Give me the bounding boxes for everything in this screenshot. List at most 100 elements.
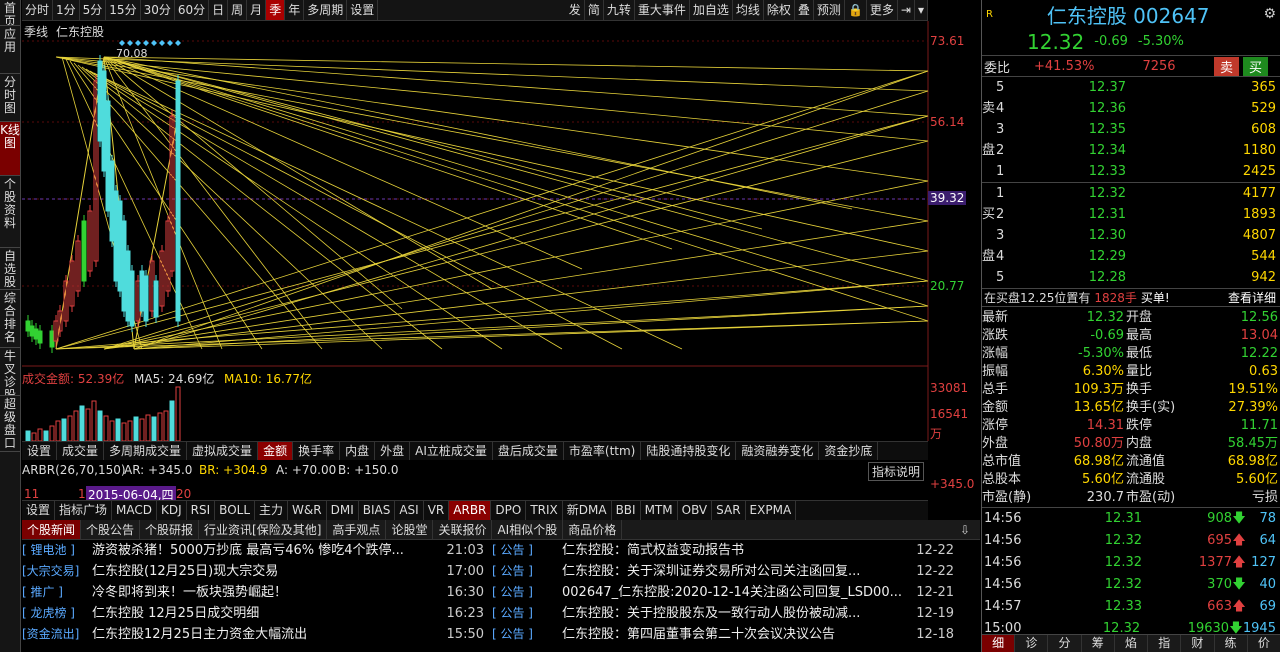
indicator-selector-8[interactable]: DMI (327, 501, 359, 520)
dropdown-icon[interactable]: ▾ (915, 0, 928, 20)
asks-price[interactable]: 12.37 (1036, 77, 1126, 98)
indicator-tab-7[interactable]: 外盘 (375, 442, 411, 460)
exit-icon[interactable]: ⇥ (898, 0, 915, 20)
toolbar-right-10[interactable]: 更多 (867, 0, 898, 20)
sidebar-item-5[interactable]: 自选股 (0, 248, 20, 290)
toolbar-right-8[interactable]: 预测 (814, 0, 845, 20)
indicator-tab-1[interactable]: 成交量 (57, 442, 105, 460)
toolbar-right-7[interactable]: 叠 (795, 0, 814, 20)
indicator-selector-3[interactable]: KDJ (157, 501, 187, 520)
period-tab-0[interactable]: 分时 (22, 0, 54, 20)
sidebar-item-6[interactable]: 综合排名 (0, 290, 20, 348)
sidebar-item-8[interactable]: 超级盘口 (0, 396, 20, 452)
news-tab-8[interactable]: 商品价格 (563, 520, 623, 539)
indicator-selector-20[interactable]: EXPMA (746, 501, 797, 520)
news-tab-4[interactable]: 高手观点 (327, 520, 387, 539)
period-tab-4[interactable]: 30分 (141, 0, 175, 20)
lock-icon[interactable]: 🔒 (845, 0, 867, 20)
right-tab-8[interactable]: 价 (1248, 635, 1280, 652)
toolbar-right-6[interactable]: 除权 (764, 0, 795, 20)
indicator-selector-2[interactable]: MACD (112, 501, 158, 520)
indicator-tab-11[interactable]: 陆股通持股变化 (641, 442, 737, 460)
indicator-selector-10[interactable]: ASI (395, 501, 424, 520)
indicator-selector-5[interactable]: BOLL (215, 501, 256, 520)
indicator-selector-15[interactable]: 新DMA (563, 501, 612, 520)
indicator-tab-13[interactable]: 资金抄底 (819, 442, 879, 460)
indicator-selector-1[interactable]: 指标广场 (55, 501, 113, 520)
news-title[interactable]: 002647_仁东控股:2020-12-14关注函公司回复_LSD00... (562, 582, 908, 603)
indicator-selector-16[interactable]: BBI (612, 501, 641, 520)
sidebar-item-0[interactable]: 首页 (0, 0, 20, 26)
period-tab-9[interactable]: 季 (266, 0, 286, 20)
indicator-selector-4[interactable]: RSI (187, 501, 216, 520)
indicator-selector-9[interactable]: BIAS (359, 501, 396, 520)
toolbar-right-0[interactable]: 发 (566, 0, 585, 20)
right-tab-4[interactable]: 焰 (1115, 635, 1149, 652)
bids-price[interactable]: 12.30 (1036, 225, 1126, 246)
asks-price[interactable]: 12.35 (1036, 119, 1126, 140)
indicator-tab-9[interactable]: 盘后成交量 (493, 442, 564, 460)
toolbar-right-2[interactable]: 九转 (604, 0, 635, 20)
indicator-selector-7[interactable]: W&R (288, 501, 327, 520)
news-title[interactable]: 仁东控股：关于深圳证券交易所对公司关注函回复... (562, 561, 908, 582)
gear-icon[interactable]: ⚙ (1263, 6, 1280, 22)
news-tab-2[interactable]: 个股研报 (140, 520, 200, 539)
news-tab-0[interactable]: 个股新闻 (22, 520, 82, 539)
sidebar-item-4[interactable]: 个股资料 (0, 176, 20, 248)
indicator-selector-6[interactable]: 主力 (255, 501, 289, 520)
news-tab-7[interactable]: AI相似个股 (492, 520, 564, 539)
period-tab-6[interactable]: 日 (209, 0, 229, 20)
indicator-explain-button[interactable]: 指标说明 (868, 462, 925, 481)
bids-price[interactable]: 12.32 (1036, 183, 1126, 204)
right-tab-7[interactable]: 练 (1215, 635, 1248, 652)
news-title[interactable]: 仁东控股(12月25日)现大宗交易 (92, 561, 438, 582)
right-tab-6[interactable]: 财 (1181, 635, 1215, 652)
asks-price[interactable]: 12.33 (1036, 161, 1126, 182)
download-icon[interactable]: ⇩ (950, 520, 980, 539)
indicator-tab-0[interactable]: 设置 (22, 442, 58, 460)
news-title[interactable]: 冷冬即将到来！一板块强势崛起！ (92, 582, 438, 603)
period-tab-7[interactable]: 周 (228, 0, 248, 20)
period-tab-8[interactable]: 月 (247, 0, 267, 20)
bids-price[interactable]: 12.31 (1036, 204, 1126, 225)
indicator-tab-8[interactable]: AI立桩成交量 (410, 442, 493, 460)
sidebar-item-1[interactable]: 应用 (0, 26, 20, 74)
notice-detail-link[interactable]: 查看详细 (1228, 289, 1280, 306)
indicator-tab-2[interactable]: 多周期成交量 (104, 442, 188, 460)
sidebar-item-2[interactable]: 分时图 (0, 74, 20, 122)
indicator-selector-19[interactable]: SAR (712, 501, 746, 520)
bids-price[interactable]: 12.28 (1036, 267, 1126, 288)
toolbar-right-4[interactable]: 加自选 (690, 0, 733, 20)
indicator-selector-12[interactable]: ARBR (449, 501, 492, 520)
sell-button[interactable]: 卖 (1214, 56, 1240, 76)
toolbar-right-3[interactable]: 重大事件 (635, 0, 690, 20)
period-tab-10[interactable]: 年 (285, 0, 305, 20)
indicator-selector-17[interactable]: MTM (641, 501, 678, 520)
indicator-tab-3[interactable]: 虚拟成交量 (187, 442, 259, 460)
right-tab-2[interactable]: 分 (1048, 635, 1082, 652)
news-title[interactable]: 仁东控股：第四届董事会第二十次会议决议公告 (562, 624, 908, 645)
indicator-tab-6[interactable]: 内盘 (340, 442, 376, 460)
indicator-selector-18[interactable]: OBV (678, 501, 713, 520)
sidebar-item-7[interactable]: 牛叉诊股 (0, 348, 20, 396)
indicator-selector-11[interactable]: VR (424, 501, 450, 520)
toolbar-right-1[interactable]: 简 (585, 0, 604, 20)
indicator-tab-12[interactable]: 融资融券变化 (736, 442, 820, 460)
indicator-selector-0[interactable]: 设置 (22, 501, 56, 520)
right-tab-3[interactable]: 筹 (1082, 635, 1115, 652)
news-title[interactable]: 仁东控股：关于控股股东及一致行动人股份被动减... (562, 603, 908, 624)
sidebar-item-3[interactable]: K线图 (0, 122, 20, 176)
right-tab-5[interactable]: 指 (1148, 635, 1182, 652)
period-tab-11[interactable]: 多周期 (304, 0, 348, 20)
news-title[interactable]: 游资被杀猪！5000万抄底 最高亏46% 惨吃4个跌停... (92, 540, 438, 561)
period-tab-2[interactable]: 5分 (80, 0, 107, 20)
buy-button[interactable]: 买 (1243, 56, 1269, 76)
asks-price[interactable]: 12.36 (1036, 98, 1126, 119)
news-title[interactable]: 仁东控股12月25日主力资金大幅流出 (92, 624, 438, 645)
right-tab-1[interactable]: 诊 (1015, 635, 1049, 652)
news-tab-1[interactable]: 个股公告 (81, 520, 141, 539)
right-tab-0[interactable]: 细 (982, 635, 1016, 652)
asks-price[interactable]: 12.34 (1036, 140, 1126, 161)
toolbar-right-5[interactable]: 均线 (733, 0, 764, 20)
kline-chart[interactable]: 季线 仁东控股 70.08 73.61 56.14 39.32 20.77 成交… (22, 21, 980, 441)
